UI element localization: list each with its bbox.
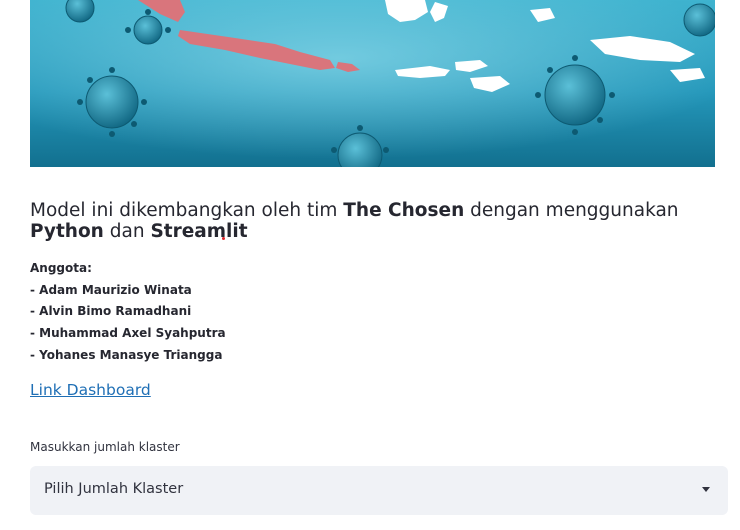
headline-part2: dengan menggunakan [464, 200, 679, 221]
page: Model ini dikembangkan oleh tim The Chos… [0, 0, 740, 530]
member-item: - Alvin Bimo Ramadhani [30, 304, 192, 319]
member-item: - Muhammad Axel Syahputra [30, 326, 226, 341]
member-item: - Adam Maurizio Winata [30, 282, 192, 297]
decorative-dot [222, 237, 225, 240]
members-title: Anggota: [30, 261, 92, 275]
tool-python: Python [30, 221, 104, 242]
covid-indonesia-map-banner [30, 0, 715, 167]
members-section: Anggota: - Adam Maurizio Winata - Alvin … [30, 258, 226, 367]
headline-part3: dan [103, 221, 151, 242]
cluster-count-select[interactable]: Pilih Jumlah Klaster [30, 466, 728, 515]
tool-streamlit: Streamlit [150, 221, 248, 242]
headline-part1: Model ini dikembangkan oleh tim [30, 200, 344, 221]
cluster-select-placeholder: Pilih Jumlah Klaster [44, 481, 184, 497]
dashboard-link[interactable]: Link Dashboard [30, 381, 151, 399]
cluster-select-label: Masukkan jumlah klaster [30, 440, 180, 454]
team-name: The Chosen [343, 200, 465, 221]
member-item: - Yohanes Manasye Triangga [30, 347, 223, 362]
chevron-down-icon [702, 487, 710, 492]
page-headline: Model ini dikembangkan oleh tim The Chos… [30, 200, 730, 242]
